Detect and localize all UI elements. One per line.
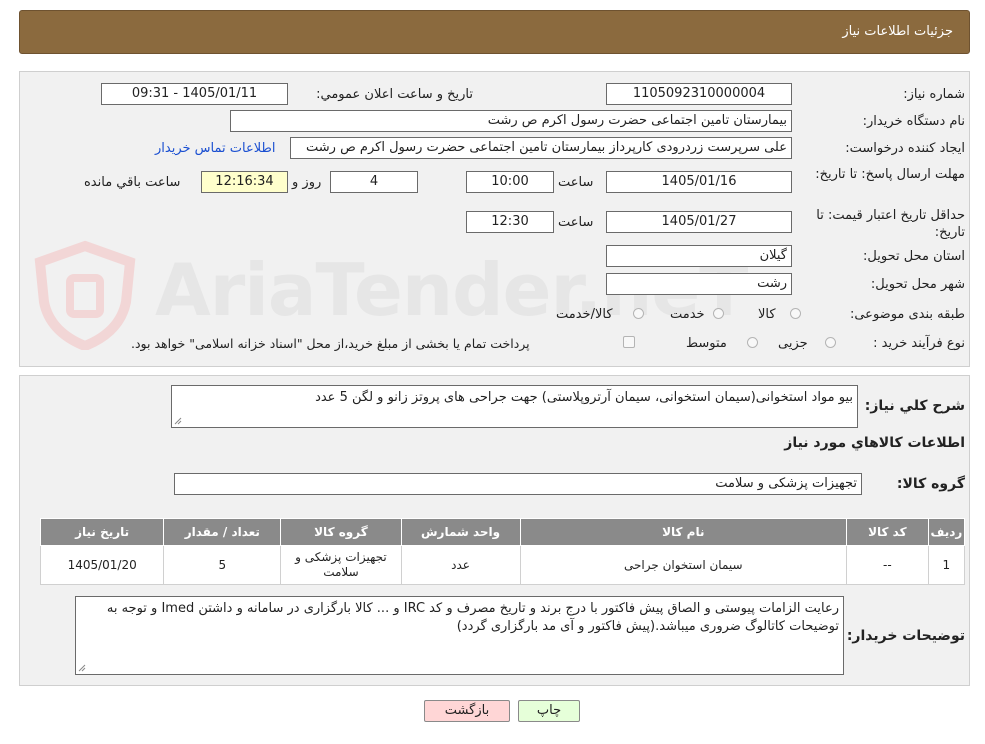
response-deadline-label: مهلت ارسال پاسخ: تا تاریخ: — [815, 167, 965, 182]
col-date: تاریخ نیاز — [39, 518, 165, 546]
city-field: رشت — [606, 273, 792, 295]
col-qty: تعداد / مقدار — [163, 518, 282, 546]
cell-code: -- — [845, 545, 929, 585]
cell-row: 1 — [927, 545, 966, 585]
price-validity-date-field: 1405/01/27 — [606, 211, 792, 233]
col-name: نام کالا — [519, 518, 847, 546]
category-goods-label: کالا — [758, 307, 776, 322]
announce-datetime-label: تاریخ و ساعت اعلان عمومي: — [316, 87, 473, 102]
purchase-minor-label: جزیی — [778, 336, 808, 351]
category-service-label: خدمت — [670, 307, 705, 322]
requester-field: علی سرپرست زردرودی کارپرداز بیمارستان تا… — [290, 137, 792, 159]
buyer-contact-link[interactable]: اطلاعات تماس خریدار — [155, 141, 275, 156]
description-label: شرح کلي نیاز: — [864, 398, 965, 414]
province-label: استان محل تحویل: — [863, 249, 965, 264]
page-header: جزئیات اطلاعات نیاز — [19, 10, 970, 54]
treasury-payment-note: پرداخت تمام یا بخشی از مبلغ خرید،از محل … — [131, 336, 530, 351]
col-row: ردیف — [927, 518, 966, 546]
resize-grip-icon — [174, 417, 182, 425]
cell-date: 1405/01/20 — [39, 545, 165, 585]
response-deadline-time-label: ساعت — [558, 175, 594, 190]
price-validity-label: حداقل تاریخ اعتبار قیمت: تا تاریخ: — [816, 208, 965, 240]
response-deadline-time-field: 10:00 — [466, 171, 554, 193]
watermark: AriaTender.neT — [30, 240, 748, 350]
purchase-medium-label: متوسط — [686, 336, 727, 351]
buyer-notes-text: رعایت الزامات پیوستی و الصاق پیش فاکتور … — [106, 601, 839, 634]
remaining-days-label: روز و — [292, 175, 322, 190]
announce-datetime-field: 1405/01/11 - 09:31 — [101, 83, 288, 105]
requester-label: ایجاد کننده درخواست: — [845, 141, 965, 156]
goods-group-field: تجهیزات پزشکی و سلامت — [174, 473, 862, 495]
resize-grip-icon — [78, 664, 86, 672]
price-validity-time-field: 12:30 — [466, 211, 554, 233]
purchase-medium-radio[interactable] — [747, 337, 758, 348]
table-header-row: ردیف کد کالا نام کالا واحد شمارش گروه کا… — [39, 518, 966, 546]
response-deadline-date-field: 1405/01/16 — [606, 171, 792, 193]
col-code: کد کالا — [845, 518, 929, 546]
cell-group: تجهیزات پزشکی و سلامت — [280, 545, 402, 585]
category-goods-service-label: کالا/خدمت — [556, 307, 613, 322]
city-label: شهر محل تحویل: — [870, 277, 965, 292]
price-validity-time-label: ساعت — [558, 215, 594, 230]
col-group: گروه کالا — [280, 518, 402, 546]
category-service-radio[interactable] — [713, 308, 724, 319]
description-textarea: بیو مواد استخوانی(سیمان استخوانی، سیمان … — [171, 385, 858, 428]
buyer-notes-textarea: رعایت الزامات پیوستی و الصاق پیش فاکتور … — [75, 596, 844, 675]
remaining-time-field: 12:16:34 — [201, 171, 288, 193]
buyer-org-label: نام دستگاه خریدار: — [862, 114, 965, 129]
cell-name: سیمان استخوان جراحی — [519, 545, 847, 585]
page-title: جزئیات اطلاعات نیاز — [842, 24, 953, 39]
back-button[interactable]: بازگشت — [424, 700, 510, 722]
table-row: 1 -- سیمان استخوان جراحی عدد تجهیزات پزش… — [39, 545, 966, 585]
cell-unit: عدد — [400, 545, 521, 585]
need-number-label: شماره نیاز: — [903, 87, 965, 102]
need-number-field: 1105092310000004 — [606, 83, 792, 105]
buyer-notes-label: توضیحات خریدار: — [846, 628, 965, 644]
treasury-payment-checkbox[interactable] — [623, 336, 635, 348]
cell-qty: 5 — [163, 545, 282, 585]
watermark-shield-icon — [34, 240, 136, 350]
province-field: گیلان — [606, 245, 792, 267]
buyer-org-field: بیمارستان تامین اجتماعی حضرت رسول اکرم ص… — [230, 110, 792, 132]
items-table: ردیف کد کالا نام کالا واحد شمارش گروه کا… — [39, 518, 966, 585]
print-button[interactable]: چاپ — [518, 700, 580, 722]
goods-section-title: اطلاعات کالاهاي مورد نیاز — [784, 435, 965, 451]
goods-group-label: گروه کالا: — [896, 476, 965, 492]
description-text: بیو مواد استخوانی(سیمان استخوانی، سیمان … — [315, 390, 853, 405]
category-goods-service-radio[interactable] — [633, 308, 644, 319]
purchase-type-label: نوع فرآیند خرید : — [873, 336, 965, 351]
category-goods-radio[interactable] — [790, 308, 801, 319]
purchase-minor-radio[interactable] — [825, 337, 836, 348]
category-label: طبقه بندی موضوعی: — [849, 307, 965, 322]
remaining-days-field: 4 — [330, 171, 418, 193]
col-unit: واحد شمارش — [400, 518, 521, 546]
remaining-time-label: ساعت باقي مانده — [84, 175, 181, 190]
